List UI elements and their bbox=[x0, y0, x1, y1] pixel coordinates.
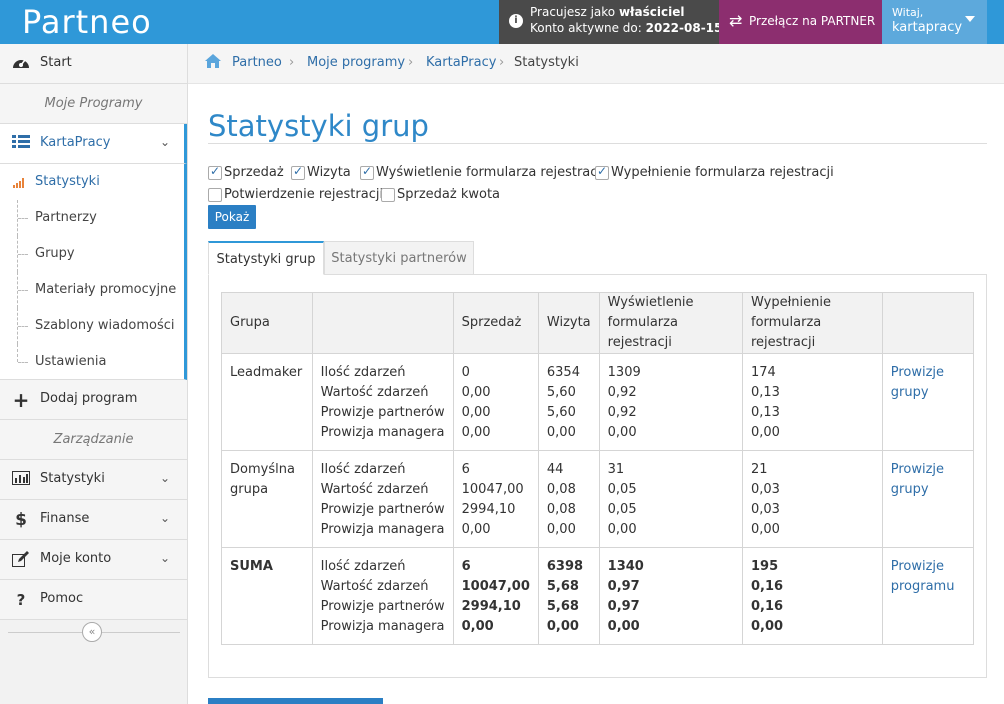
sidebar-item-finanse[interactable]: $ Finanse ⌄ bbox=[0, 500, 187, 540]
breadcrumb-partneo[interactable]: Partneo bbox=[232, 55, 282, 70]
sidebar-subitem-ustawienia[interactable]: Ustawienia bbox=[0, 344, 187, 380]
cell-link: Prowizje grupy bbox=[881, 450, 975, 548]
bar-chart-icon bbox=[11, 471, 31, 489]
sidebar-item-statystyki[interactable]: Statystyki ⌄ bbox=[0, 460, 187, 500]
cell-wyswietlenie: 1309 0,92 0,92 0,00 bbox=[598, 353, 744, 451]
cell-wyswietlenie: 1340 0,97 0,97 0,00 bbox=[598, 547, 744, 645]
bottom-button-edge[interactable] bbox=[208, 698, 383, 704]
question-icon: ? bbox=[16, 591, 26, 609]
breadcrumb-current: Statystyki bbox=[514, 55, 579, 70]
cell-link: Prowizje grupy bbox=[881, 353, 975, 451]
cell-wizyta: 44 0,08 0,08 0,00 bbox=[537, 450, 600, 548]
metric-labels: Ilość zdarzeń Wartość zdarzeń Prowizje par… bbox=[311, 547, 454, 645]
sidebar-subitem-grupy[interactable]: Grupy bbox=[0, 236, 187, 272]
section-manage: Zarządzanie bbox=[0, 420, 187, 460]
sidebar: Start Moje Programy KartaPracy ⌄ Statyst… bbox=[0, 44, 188, 704]
program-commissions-link[interactable]: Prowizje programu bbox=[891, 559, 955, 594]
caret-down-icon bbox=[965, 16, 975, 22]
sidebar-subitem-szablony[interactable]: Szablony wiadomości bbox=[0, 308, 187, 344]
group-commissions-link[interactable]: Prowizje grupy bbox=[891, 462, 944, 497]
metric-labels: Ilość zdarzeń Wartość zdarzeń Prowizje par… bbox=[311, 353, 454, 451]
collapse-sidebar-icon[interactable]: « bbox=[82, 622, 102, 642]
sidebar-item-kartapracy[interactable]: KartaPracy ⌄ bbox=[0, 124, 187, 164]
info-icon: i bbox=[509, 14, 523, 28]
cell-sprzedaz: 6 10047,00 2994,10 0,00 bbox=[452, 547, 539, 645]
col-header-wizyta: Wizyta bbox=[537, 292, 600, 354]
cell-wypelnienie: 195 0,16 0,16 0,00 bbox=[742, 547, 883, 645]
group-name: Domyślna grupa bbox=[221, 450, 313, 548]
cell-wypelnienie: 174 0,13 0,13 0,00 bbox=[742, 353, 883, 451]
sidebar-subitem-statystyki[interactable]: Statystyki bbox=[0, 164, 187, 200]
metric-labels: Ilość zdarzeń Wartość zdarzeń Prowizje par… bbox=[311, 450, 454, 548]
col-header-wyswietlenie: Wyświetlenie formularza rejestracji bbox=[598, 292, 744, 354]
dollar-icon: $ bbox=[15, 510, 27, 530]
col-header-actions bbox=[881, 292, 975, 354]
list-icon bbox=[11, 135, 31, 153]
col-header-group: Grupa bbox=[221, 292, 313, 354]
cell-wizyta: 6354 5,60 5,60 0,00 bbox=[537, 353, 600, 451]
group-name: SUMA bbox=[221, 547, 313, 645]
switch-to-partner-button[interactable]: ⇄ Przełącz na PARTNER bbox=[719, 0, 882, 44]
sidebar-item-pomoc[interactable]: ? Pomoc bbox=[0, 580, 187, 620]
cell-link: Prowizje programu bbox=[881, 547, 975, 645]
table-row: Leadmaker Ilość zdarzeń Wartość zdarzeń Pr… bbox=[221, 353, 975, 451]
user-menu[interactable]: Witaj, kartapracy bbox=[882, 0, 987, 44]
breadcrumb: Partneo › Moje programy › KartaPracy › S… bbox=[188, 44, 1004, 84]
col-header-sprzedaz: Sprzedaż bbox=[452, 292, 539, 354]
cell-wizyta: 6398 5,68 5,68 0,00 bbox=[537, 547, 600, 645]
breadcrumb-kartapracy[interactable]: KartaPracy bbox=[426, 55, 496, 70]
chevron-down-icon: ⌄ bbox=[160, 551, 171, 565]
group-stats-table: Grupa Sprzedaż Wizyta Wyświetlenie formu… bbox=[221, 292, 975, 645]
role-line: Pracujesz jako właściciel bbox=[530, 5, 685, 19]
col-header-metric bbox=[311, 292, 454, 354]
cell-wypelnienie: 21 0,03 0,03 0,00 bbox=[742, 450, 883, 548]
sidebar-subitem-materialy[interactable]: Materiały promocyjne bbox=[0, 272, 187, 308]
section-my-programs: Moje Programy bbox=[0, 84, 187, 124]
cell-sprzedaz: 0 0,00 0,00 0,00 bbox=[452, 353, 539, 451]
plus-icon: + bbox=[12, 388, 30, 412]
top-bar: Partneo i Pracujesz jako właściciel Kont… bbox=[0, 0, 1004, 44]
cell-wyswietlenie: 31 0,05 0,05 0,00 bbox=[598, 450, 744, 548]
edit-icon bbox=[11, 551, 31, 569]
col-header-wypelnienie: Wypełnienie formularza rejestracji bbox=[742, 292, 883, 354]
active-until-line: Konto aktywne do: 2022-08-15 bbox=[530, 21, 723, 35]
chevron-down-icon: ⌄ bbox=[160, 471, 171, 485]
sidebar-item-start[interactable]: Start bbox=[0, 44, 187, 84]
tab-partner-stats[interactable]: Statystyki partnerów bbox=[324, 241, 474, 275]
chevron-down-icon: ⌄ bbox=[160, 511, 171, 525]
table-row-total: SUMA Ilość zdarzeń Wartość zdarzeń Prowizj… bbox=[221, 547, 975, 645]
sidebar-item-moje-konto[interactable]: Moje konto ⌄ bbox=[0, 540, 187, 580]
show-button[interactable]: Pokaż bbox=[208, 205, 256, 229]
sidebar-item-add-program[interactable]: + Dodaj program bbox=[0, 380, 187, 420]
breadcrumb-my-programs[interactable]: Moje programy bbox=[307, 55, 405, 70]
cell-sprzedaz: 6 10047,00 2994,10 0,00 bbox=[452, 450, 539, 548]
group-name: Leadmaker bbox=[221, 353, 313, 451]
page-title: Statystyki grup bbox=[208, 109, 429, 143]
table-header-row: Grupa Sprzedaż Wizyta Wyświetlenie formu… bbox=[221, 292, 975, 354]
bar-chart-icon bbox=[13, 177, 25, 188]
table-row: Domyślna grupa Ilość zdarzeń Wartość zdar… bbox=[221, 450, 975, 548]
switch-arrows-icon: ⇄ bbox=[729, 11, 743, 30]
dashboard-icon bbox=[11, 55, 31, 73]
sidebar-subitem-partnerzy[interactable]: Partnerzy bbox=[0, 200, 187, 236]
account-info: i Pracujesz jako właściciel Konto aktywn… bbox=[499, 0, 723, 44]
chevron-down-icon: ⌄ bbox=[160, 135, 171, 149]
partneo-logo[interactable]: Partneo bbox=[22, 4, 152, 40]
group-commissions-link[interactable]: Prowizje grupy bbox=[891, 365, 944, 400]
tab-group-stats[interactable]: Statystyki grup bbox=[208, 241, 324, 275]
home-icon[interactable] bbox=[205, 54, 221, 72]
